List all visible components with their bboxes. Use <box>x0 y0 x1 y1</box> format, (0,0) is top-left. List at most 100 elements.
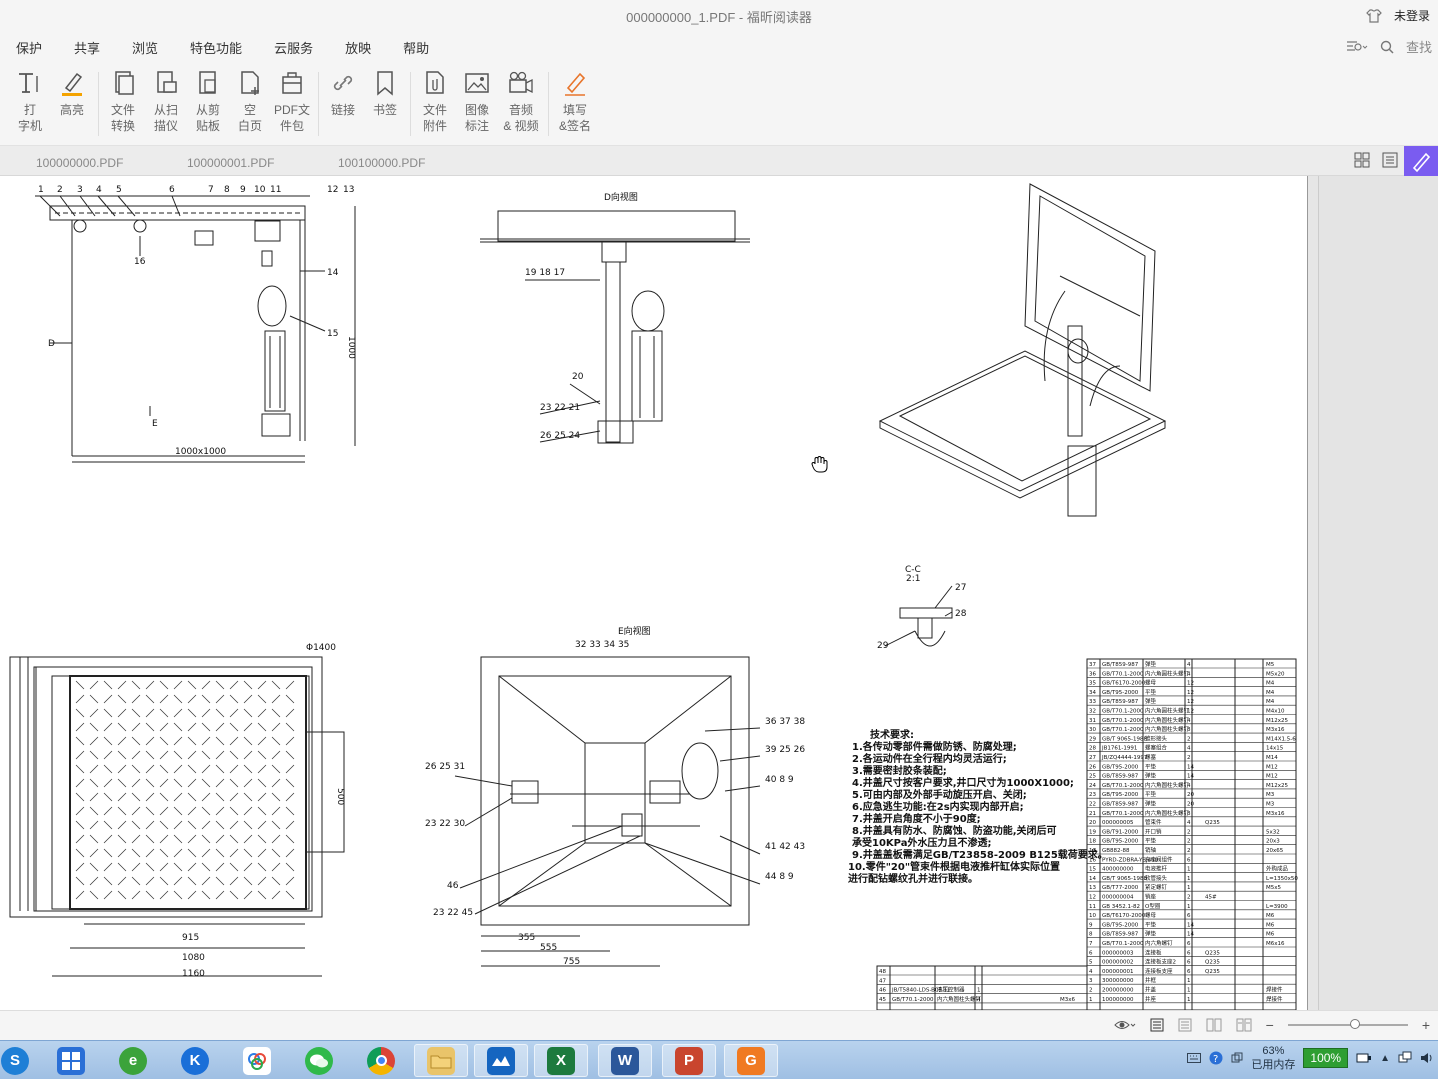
highlight-button[interactable]: 高亮 <box>50 68 94 140</box>
taskbar-foxit[interactable]: G <box>724 1044 778 1077</box>
bom-cell: 000000004 <box>1102 895 1134 901</box>
facing-page-icon[interactable] <box>1206 1018 1222 1032</box>
bom-cell: 30 <box>1089 727 1096 733</box>
taskbar-sogou[interactable]: S <box>0 1044 30 1077</box>
network-icon[interactable] <box>1398 1051 1412 1065</box>
link-button[interactable]: 链接 <box>321 68 365 140</box>
bom-cell: GB/T70.1-2000 <box>1102 941 1144 947</box>
continuous-facing-icon[interactable] <box>1236 1018 1252 1032</box>
zoom-out-button[interactable]: − <box>1266 1017 1274 1033</box>
menu-view[interactable]: 浏览 <box>116 38 174 57</box>
taskbar-metro[interactable] <box>44 1044 98 1077</box>
promo-button[interactable] <box>1404 146 1438 176</box>
document-list-icon[interactable] <box>1382 152 1398 168</box>
memory-indicator[interactable]: 63% 已用内存 <box>1251 1044 1295 1072</box>
bom-cell: 20 <box>1187 792 1194 798</box>
bom-cell: 29 <box>1089 736 1096 742</box>
taskbar-excel[interactable]: X <box>534 1044 588 1077</box>
bom-cell: 紧定螺钉 <box>1145 883 1168 891</box>
callout-3: 3 <box>77 185 83 195</box>
thumbnail-grid-icon[interactable] <box>1354 152 1370 168</box>
tray-expand-button[interactable]: ▲ <box>1380 1053 1390 1064</box>
bom-cell: M5x20 <box>1266 671 1285 677</box>
zoom-slider[interactable] <box>1287 1019 1408 1029</box>
memory-percent: 63% <box>1262 1045 1285 1057</box>
bom-cell: 46 <box>879 988 886 994</box>
typewriter-button[interactable]: 打 字机 <box>8 68 52 140</box>
file-convert-button[interactable]: 文件 转换 <box>101 68 145 140</box>
bom-cell: 18 <box>1089 839 1096 845</box>
bom-cell: 45 <box>879 997 886 1003</box>
restore-icon[interactable] <box>1231 1052 1243 1064</box>
bom-cell: 000000001 <box>1102 969 1134 975</box>
bom-cell: 12 <box>1187 699 1194 705</box>
ribbon-options-icon[interactable] <box>1346 40 1368 54</box>
bom-cell: 8 <box>1187 727 1191 733</box>
eye-view-icon[interactable] <box>1113 1018 1136 1032</box>
bom-cell: 12 <box>1187 690 1194 696</box>
zoom-in-button[interactable]: + <box>1422 1017 1430 1033</box>
bom-cell: 28 <box>1089 746 1096 752</box>
menu-slideshow[interactable]: 放映 <box>329 38 387 57</box>
power-plug-icon[interactable] <box>1356 1051 1372 1065</box>
help-icon[interactable]: ? <box>1209 1051 1223 1065</box>
bom-cell: M5x5 <box>1266 885 1281 891</box>
continuous-page-icon[interactable] <box>1178 1018 1192 1032</box>
pdf-package-button[interactable]: PDF文 件包 <box>270 68 314 140</box>
battery-percent[interactable]: 100% <box>1303 1048 1349 1068</box>
from-scanner-button[interactable]: 从扫 描仪 <box>144 68 188 140</box>
taskbar-powerpoint[interactable]: P <box>662 1044 716 1077</box>
menu-share[interactable]: 共享 <box>58 38 116 57</box>
single-page-icon[interactable] <box>1150 1018 1164 1032</box>
blank-page-button[interactable]: 空 白页 <box>228 68 272 140</box>
bom-cell: 4 <box>1187 671 1191 677</box>
audio-video-button[interactable]: 音频 & 视频 <box>499 68 543 140</box>
login-button[interactable]: 未登录 <box>1390 6 1434 25</box>
menu-help[interactable]: 帮助 <box>387 38 445 57</box>
search-label[interactable]: 查找 <box>1406 37 1432 56</box>
callout-28: 28 <box>955 609 967 619</box>
taskbar-kugou[interactable]: K <box>168 1044 222 1077</box>
callouts-32-35: 32 33 34 35 <box>575 640 629 650</box>
fill-sign-button[interactable]: 填写 &签名 <box>553 68 597 140</box>
zoom-slider-thumb[interactable] <box>1349 1019 1360 1029</box>
tab-100000000[interactable]: 100000000.PDF <box>36 152 123 176</box>
bom-cell: 连接板支座2 <box>1145 958 1176 966</box>
document-viewport[interactable]: 1 2 3 4 5 6 7 8 9 10 11 12 13 14 15 16 D… <box>0 176 1438 1011</box>
bom-cell: O型圈 <box>1145 902 1161 910</box>
taskbar-wechat[interactable] <box>292 1044 346 1077</box>
tab-100000001[interactable]: 100000001.PDF <box>187 152 274 176</box>
bom-cell: GB/T 9065-1988 <box>1102 736 1147 742</box>
from-clipboard-button[interactable]: 从剪 贴板 <box>186 68 230 140</box>
bom-cell: 2 <box>1089 988 1093 994</box>
bom-cell: 弹垫 <box>1145 660 1157 668</box>
bom-cell: GB/T 9065-1988 <box>1102 876 1147 882</box>
taskbar-explorer[interactable] <box>414 1044 468 1077</box>
bom-cell: 内六角圆柱头螺钉 <box>1145 707 1190 715</box>
shirt-skin-icon[interactable] <box>1366 8 1382 23</box>
volume-icon[interactable] <box>1420 1051 1434 1065</box>
taskbar-chrome[interactable] <box>354 1044 408 1077</box>
menu-cloud[interactable]: 云服务 <box>258 38 329 57</box>
right-panel <box>1318 176 1438 1010</box>
bom-cell: 34 <box>1089 690 1096 696</box>
memory-label: 已用内存 <box>1251 1059 1296 1071</box>
taskbar-baidu-cloud[interactable] <box>230 1044 284 1077</box>
keyboard-icon[interactable] <box>1187 1053 1202 1063</box>
taskbar-feishu[interactable] <box>474 1044 528 1077</box>
chrome-icon <box>367 1046 395 1075</box>
taskbar-word[interactable]: W <box>598 1044 652 1077</box>
file-attachment-button[interactable]: 文件 附件 <box>413 68 457 140</box>
menu-features[interactable]: 特色功能 <box>174 38 258 57</box>
note-line: 7.井盖开启角度不小于90度; <box>852 812 981 825</box>
bom-cell: 管束件 <box>1145 818 1162 826</box>
tab-100100000[interactable]: 100100000.PDF <box>338 152 425 176</box>
image-annotation-button[interactable]: 图像 标注 <box>455 68 499 140</box>
search-icon[interactable] <box>1380 40 1394 54</box>
taskbar-ie[interactable]: e <box>106 1044 160 1077</box>
bom-cell: GB/T77-2000 <box>1102 885 1139 891</box>
bom-cell: 4 <box>1187 820 1191 826</box>
bookmark-button[interactable]: 书签 <box>363 68 407 140</box>
bom-cell: M12 <box>1266 764 1278 770</box>
menu-protect[interactable]: 保护 <box>0 38 58 57</box>
